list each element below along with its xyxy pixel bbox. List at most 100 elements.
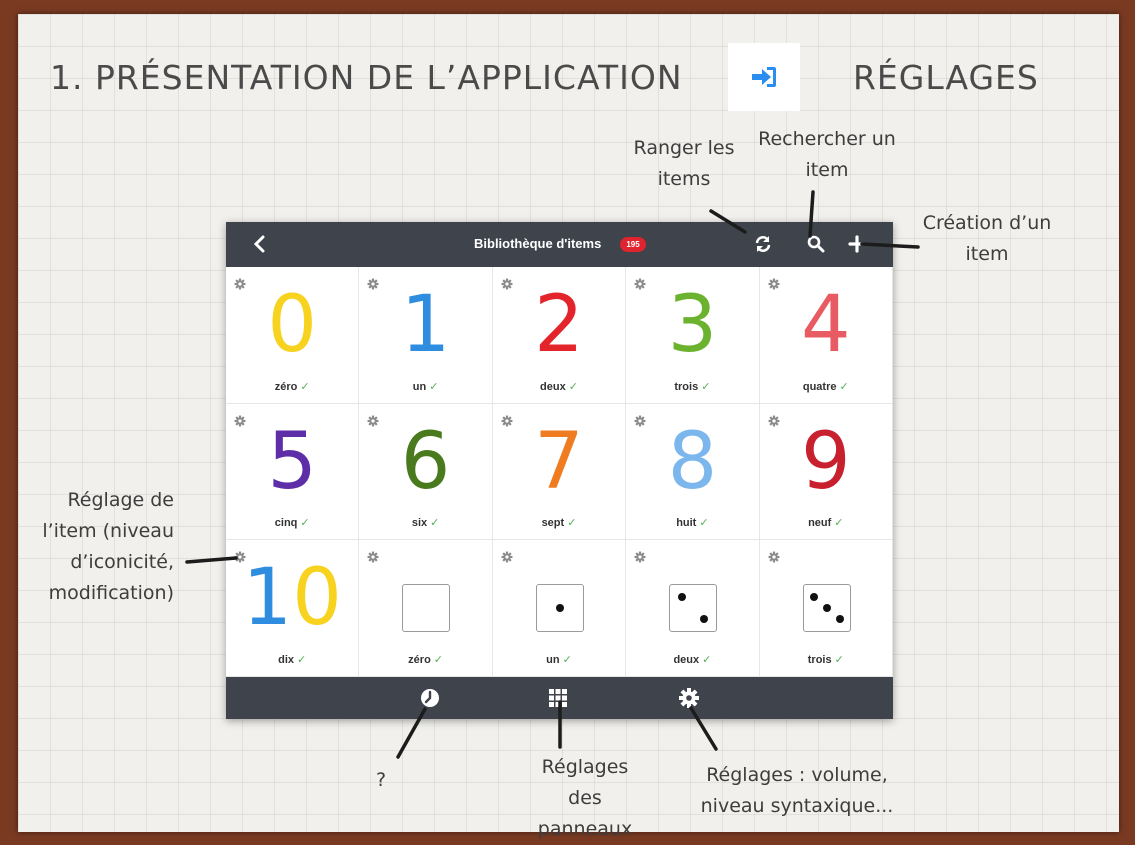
- annotation-reglage-item-line1: Réglage de: [67, 489, 174, 511]
- dice-image: [669, 584, 718, 633]
- item-label-text: sept: [541, 517, 565, 530]
- slide-title: 1. PRÉSENTATION DE L’APPLICATION: [50, 58, 683, 97]
- annotation-ranger-line1: Ranger les: [633, 137, 735, 159]
- item-label-text: trois: [674, 380, 699, 393]
- app-window: Bibliothèque d'items 195 0 zéro ✓ 1 un ✓ 2 deux…: [226, 222, 893, 719]
- item-label-text: six: [411, 517, 428, 530]
- checkmark-icon: ✓: [702, 654, 712, 666]
- slide-subtitle: RÉGLAGES: [853, 58, 1039, 97]
- annotation-rechercher-line2: item: [805, 159, 849, 181]
- item-card[interactable]: 5 cinq ✓: [226, 403, 360, 541]
- item-label-text: dix: [278, 654, 295, 666]
- annotation-volume-line2: niveau syntaxique...: [700, 795, 894, 817]
- item-label-text: trois: [807, 654, 832, 666]
- item-label-text: deux: [673, 654, 700, 666]
- checkmark-icon: ✓: [430, 517, 440, 530]
- item-settings-gear-icon[interactable]: [501, 548, 513, 567]
- item-number-glyph: 6: [400, 416, 451, 507]
- search-icon[interactable]: [806, 234, 826, 258]
- item-number-glyph: 4: [800, 280, 851, 370]
- checkmark-icon: ✓: [433, 654, 444, 666]
- item-label: trois ✓: [760, 653, 892, 666]
- item-number-digit: 0: [292, 553, 342, 644]
- item-label-text: quatre: [802, 380, 837, 393]
- checkmark-icon: ✓: [839, 380, 849, 393]
- refresh-icon[interactable]: [753, 234, 773, 258]
- item-number-glyph: 10: [226, 550, 358, 646]
- item-label: six ✓: [359, 516, 491, 529]
- item-label: zéro ✓: [226, 380, 358, 393]
- item-label-text: un: [546, 654, 560, 666]
- checkmark-icon: ✓: [562, 654, 572, 666]
- item-number-glyph: 7: [534, 416, 584, 507]
- checkmark-icon: ✓: [701, 380, 711, 393]
- gear-icon[interactable]: [678, 687, 700, 713]
- item-card[interactable]: 2 deux ✓: [492, 267, 627, 404]
- item-label: deux ✓: [626, 653, 758, 666]
- item-card[interactable]: trois ✓: [759, 540, 893, 677]
- annotation-rechercher: Rechercher un item: [752, 124, 902, 186]
- checkmark-icon: ✓: [834, 654, 844, 666]
- item-card[interactable]: 3 trois ✓: [626, 267, 760, 404]
- checkmark-icon: ✓: [300, 380, 310, 393]
- annotation-panneaux: Réglages des panneaux: [522, 752, 648, 845]
- checkmark-icon: ✓: [300, 517, 310, 530]
- annotation-ranger: Ranger les items: [630, 133, 738, 195]
- checkmark-icon: ✓: [429, 380, 439, 393]
- item-card[interactable]: deux ✓: [626, 540, 760, 677]
- annotation-creation: Création d’un item: [912, 208, 1062, 270]
- item-number-glyph: 8: [667, 416, 718, 507]
- annotation-panneaux-line2: des panneaux: [537, 787, 633, 840]
- chevron-left-icon[interactable]: [253, 235, 267, 257]
- annotation-reglage-item: Réglage de l’item (niveau d’iconicité, m…: [34, 485, 174, 609]
- item-label: neuf ✓: [760, 516, 892, 529]
- sign-in-icon: [728, 43, 800, 111]
- checkmark-icon: ✓: [568, 380, 578, 393]
- annotation-rechercher-line1: Rechercher un: [758, 128, 896, 150]
- item-label-text: un: [412, 380, 427, 393]
- item-label-text: neuf: [808, 517, 832, 530]
- item-settings-gear-icon[interactable]: [768, 548, 780, 567]
- dice-pip: [809, 593, 818, 602]
- annotation-reglage-item-line3: d’iconicité,: [70, 551, 174, 573]
- library-title: Bibliothèque d'items: [474, 236, 602, 251]
- item-label: huit ✓: [626, 516, 758, 529]
- item-card[interactable]: 7 sept ✓: [492, 403, 627, 541]
- dice-image: [802, 584, 851, 633]
- item-label-text: zéro: [274, 380, 298, 393]
- item-card[interactable]: 8 huit ✓: [626, 403, 760, 541]
- item-card[interactable]: 9 neuf ✓: [759, 403, 893, 541]
- item-label: un ✓: [493, 653, 625, 666]
- annotation-reglage-item-line4: modification): [48, 582, 174, 604]
- item-label: sept ✓: [493, 516, 625, 529]
- item-card[interactable]: 1 un ✓: [359, 267, 493, 404]
- item-card[interactable]: zéro ✓: [359, 540, 493, 677]
- annotation-volume-line1: Réglages : volume,: [706, 764, 888, 786]
- item-label: quatre ✓: [760, 380, 892, 393]
- plus-icon[interactable]: [847, 234, 867, 258]
- item-settings-gear-icon[interactable]: [367, 548, 379, 567]
- item-card[interactable]: 10 dix ✓: [226, 540, 360, 677]
- checkmark-icon: ✓: [834, 517, 844, 530]
- dice-pip: [700, 615, 709, 624]
- item-label: un ✓: [359, 380, 491, 393]
- item-card[interactable]: 0 zéro ✓: [226, 267, 360, 404]
- item-settings-gear-icon[interactable]: [634, 548, 646, 567]
- grid-icon[interactable]: [547, 687, 569, 713]
- item-number-glyph: 0: [267, 280, 318, 370]
- annotation-reglage-item-line2: l’item (niveau: [42, 520, 174, 542]
- item-label-text: zéro: [408, 654, 431, 666]
- item-label: dix ✓: [226, 653, 358, 666]
- annotation-creation-line2: item: [965, 243, 1009, 265]
- dice-pip: [555, 604, 564, 613]
- annotation-panneaux-line1: Réglages: [541, 756, 629, 778]
- dice-pip: [678, 593, 687, 602]
- item-card[interactable]: un ✓: [492, 540, 627, 677]
- clock-icon[interactable]: [419, 687, 441, 713]
- app-footer: [226, 677, 893, 719]
- item-label: zéro ✓: [359, 653, 491, 666]
- item-card[interactable]: 6 six ✓: [359, 403, 493, 541]
- item-label: trois ✓: [626, 380, 758, 393]
- app-header: Bibliothèque d'items 195: [226, 222, 893, 267]
- item-card[interactable]: 4 quatre ✓: [759, 267, 893, 404]
